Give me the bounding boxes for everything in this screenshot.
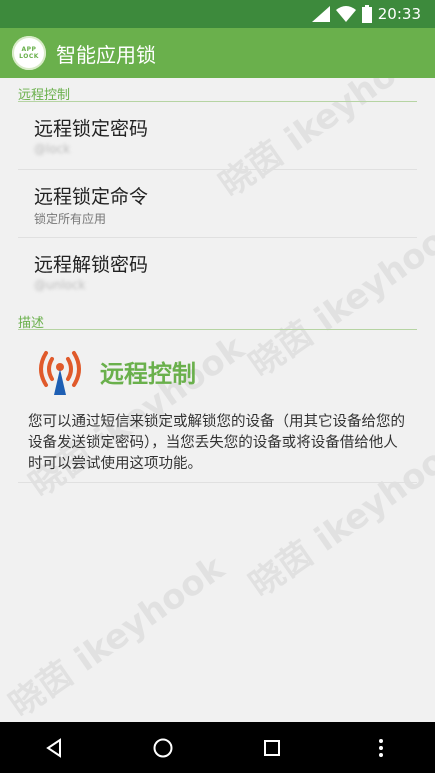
back-button[interactable] xyxy=(29,723,79,773)
recents-button[interactable] xyxy=(247,723,297,773)
app-bar: APP LOCK 智能应用锁 xyxy=(0,28,435,78)
navigation-bar xyxy=(0,722,435,773)
recents-icon xyxy=(263,739,280,756)
description-head: 远程控制 xyxy=(28,330,407,412)
home-button[interactable] xyxy=(138,723,188,773)
signal-icon xyxy=(311,6,330,22)
description-title: 远程控制 xyxy=(100,359,196,388)
status-time: 20:33 xyxy=(377,5,421,23)
status-bar: 20:33 xyxy=(0,0,435,28)
pref-summary: 锁定所有应用 xyxy=(34,212,107,226)
back-icon xyxy=(46,737,62,758)
status-icons: 20:33 xyxy=(311,4,421,24)
app-logo-text: APP LOCK xyxy=(19,46,39,60)
section-header-remote-control: 远程控制 xyxy=(18,78,417,103)
settings-content: 晓茵 ikeyhook 晓茵 ikeyhook 晓茵 ikeyhook 晓茵 i… xyxy=(0,78,435,722)
battery-icon xyxy=(361,5,372,23)
remote-unlock-password-item[interactable]: 远程解锁密码 @unlock xyxy=(18,238,417,306)
description-block: 远程控制 您可以通过短信来锁定或解锁您的设备（用其它设备给您的设备发送锁定密码）… xyxy=(18,330,417,483)
app-title: 智能应用锁 xyxy=(56,42,156,67)
section-header-description: 描述 xyxy=(18,306,417,331)
pref-summary: @unlock xyxy=(34,278,86,292)
wifi-icon xyxy=(335,6,356,22)
remote-lock-command-item[interactable]: 远程锁定命令 锁定所有应用 xyxy=(18,170,417,238)
description-text: 您可以通过短信来锁定或解锁您的设备（用其它设备给您的设备发送锁定密码），当您丢失… xyxy=(28,414,405,472)
remote-lock-password-item[interactable]: 远程锁定密码 @lock xyxy=(18,102,417,170)
pref-summary: @lock xyxy=(34,142,71,156)
overflow-menu-icon xyxy=(378,738,383,757)
pref-title: 远程解锁密码 xyxy=(34,254,149,276)
home-icon xyxy=(153,738,173,757)
overflow-menu-button[interactable] xyxy=(356,723,406,773)
pref-title: 远程锁定命令 xyxy=(34,186,149,208)
pref-title: 远程锁定密码 xyxy=(34,118,149,140)
antenna-icon xyxy=(39,351,81,395)
app-logo[interactable]: APP LOCK xyxy=(12,36,46,70)
watermark-text: 晓茵 ikeyhook xyxy=(2,547,232,722)
